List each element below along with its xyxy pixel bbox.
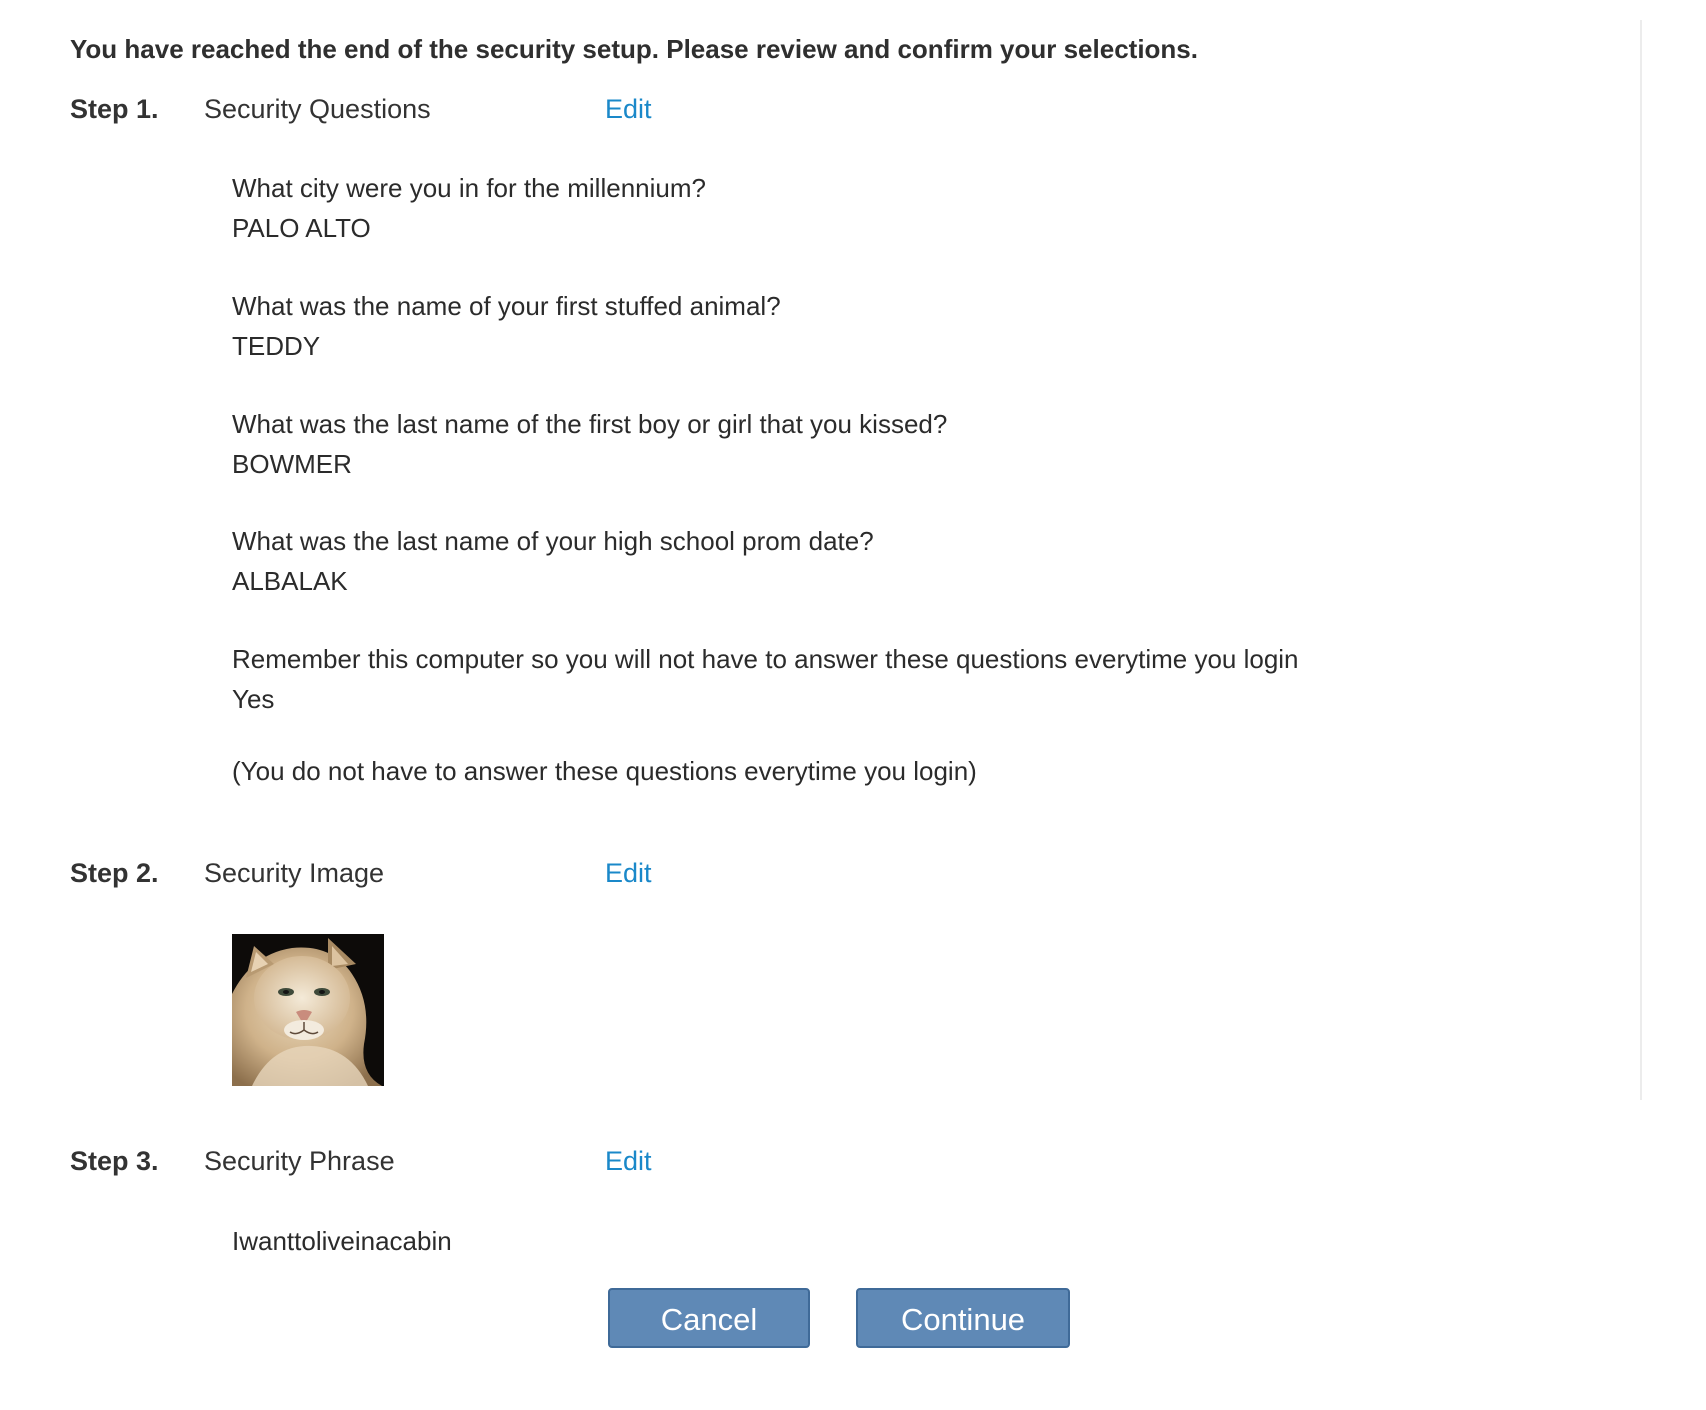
security-question-item: What was the last name of the first boy … (232, 404, 947, 484)
answer-text: BOWMER (232, 449, 352, 479)
cancel-button[interactable]: Cancel (608, 1288, 810, 1348)
question-text: What was the last name of the first boy … (232, 409, 948, 439)
remember-computer-item: Remember this computer so you will not h… (232, 639, 1299, 719)
step-title: Security Image (204, 858, 385, 888)
answer-text: PALO ALTO (232, 213, 371, 243)
question-text: What was the last name of your high scho… (232, 526, 874, 556)
right-divider (1640, 20, 1642, 1100)
edit-security-questions-link[interactable]: Edit (605, 94, 652, 125)
remember-note: (You do not have to answer these questio… (232, 756, 977, 786)
continue-button[interactable]: Continue (856, 1288, 1070, 1348)
security-phrase-value: Iwanttoliveinacabin (232, 1226, 452, 1256)
step-number: Step 1. (70, 94, 159, 124)
answer-text: TEDDY (232, 331, 321, 361)
step-title: Security Phrase (204, 1146, 395, 1176)
remember-computer-value: Yes (232, 684, 275, 714)
cougar-photo-icon (232, 934, 384, 1086)
security-question-item: What was the last name of your high scho… (232, 521, 874, 601)
edit-security-image-link[interactable]: Edit (605, 858, 652, 889)
remember-computer-label: Remember this computer so you will not h… (232, 644, 1299, 674)
question-text: What was the name of your first stuffed … (232, 291, 781, 321)
security-question-item: What city were you in for the millennium… (232, 168, 706, 248)
edit-security-phrase-link[interactable]: Edit (605, 1146, 652, 1177)
answer-text: ALBALAK (232, 566, 348, 596)
intro-text: You have reached the end of the security… (70, 34, 1198, 64)
question-text: What city were you in for the millennium… (232, 173, 706, 203)
step-number: Step 2. (70, 858, 159, 888)
security-image-cougar (232, 934, 384, 1086)
step-number: Step 3. (70, 1146, 159, 1176)
step-title: Security Questions (204, 94, 431, 124)
security-question-item: What was the name of your first stuffed … (232, 286, 781, 366)
